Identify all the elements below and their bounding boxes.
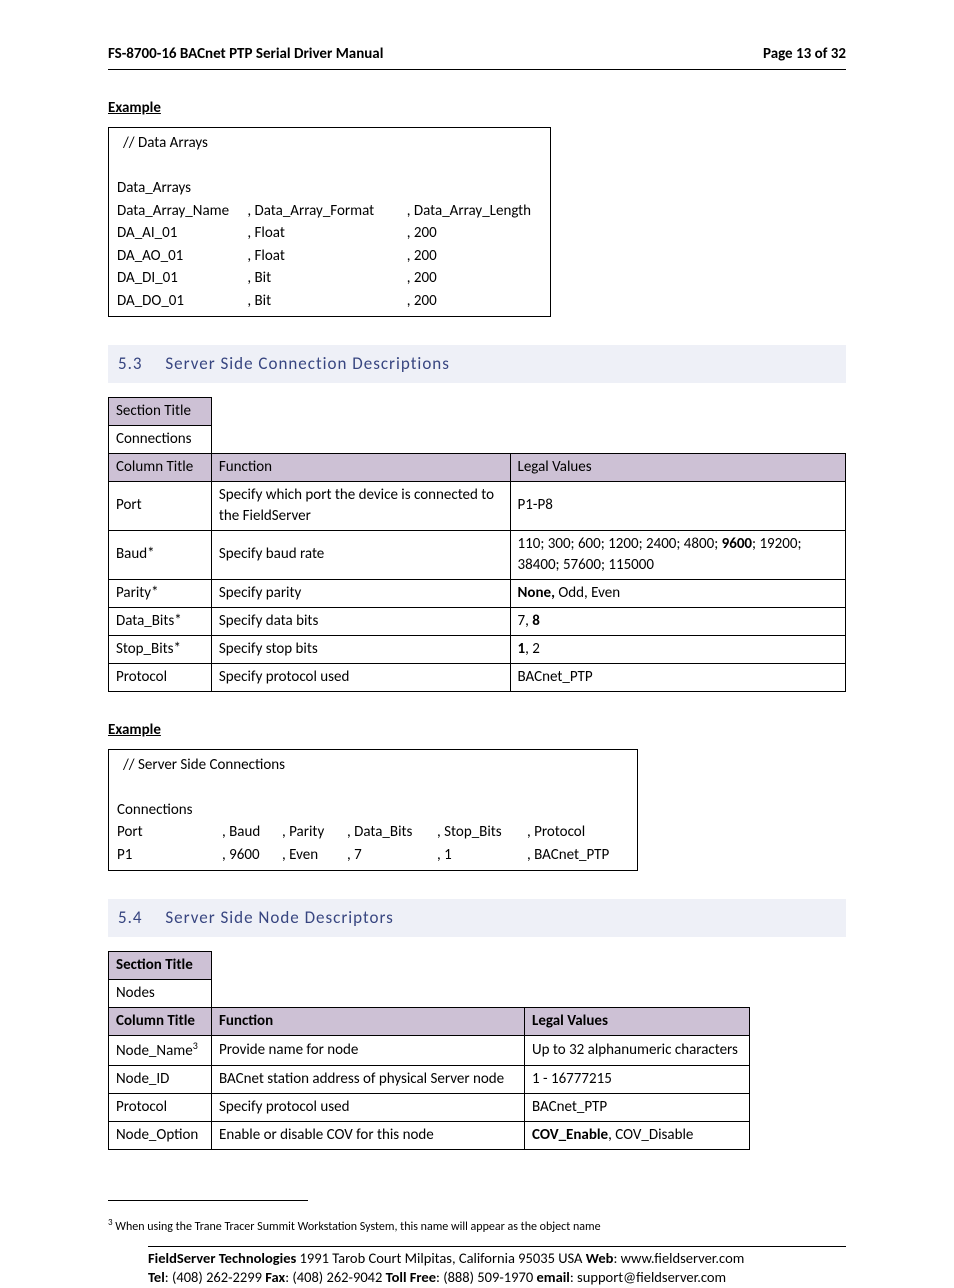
section-5-4-table: Section Title Nodes Column Title Functio… [108, 951, 750, 1150]
example1-title: // Data Arrays [117, 132, 542, 155]
example1-row: DA_DO_01 , Bit , 200 [117, 290, 542, 313]
section-title-label: Section Title [109, 397, 212, 425]
example2-section-label: Connections [117, 799, 629, 822]
section-5-4-number: 5.4 [118, 907, 143, 928]
table-row: Port Specify which port the device is co… [109, 481, 846, 530]
footnote: 3 When using the Trane Tracer Summit Wor… [108, 1217, 846, 1236]
example2-heading: Example [108, 720, 846, 741]
table-row: Baud* Specify baud rate 110; 300; 600; 1… [109, 530, 846, 579]
example2-row: P1 , 9600 , Even , 7 , 1 , BACnet_PTP [117, 844, 629, 867]
section-5-3-heading: 5.3 Server Side Connection Descriptions [108, 345, 846, 383]
section-title-label: Section Title [109, 952, 212, 980]
example1-row: DA_AO_01 , Float , 200 [117, 245, 542, 268]
table-row: Data_Bits* Specify data bits 7, 8 [109, 607, 846, 635]
example1-heading: Example [108, 98, 846, 119]
function-label: Function [211, 453, 510, 481]
page-footer: FieldServer Technologies 1991 Tarob Cour… [148, 1246, 846, 1288]
example1-row: DA_DI_01 , Bit , 200 [117, 267, 542, 290]
example1-box: // Data Arrays Data_Arrays Data_Array_Na… [108, 127, 551, 317]
table-row: Parity* Specify parity None, Odd, Even [109, 579, 846, 607]
legal-values-label: Legal Values [510, 453, 845, 481]
section-5-3-table: Section Title Connections Column Title F… [108, 397, 846, 692]
example2-box: // Server Side Connections Connections P… [108, 749, 638, 872]
section-5-4-heading: 5.4 Server Side Node Descriptors [108, 899, 846, 937]
page-header: FS-8700-16 BACnet PTP Serial Driver Manu… [108, 44, 846, 70]
doc-title: FS-8700-16 BACnet PTP Serial Driver Manu… [108, 44, 383, 65]
section-title-value: Connections [109, 425, 212, 453]
section-title-value: Nodes [109, 980, 212, 1008]
function-label: Function [212, 1008, 525, 1036]
table-row: Node_Option Enable or disable COV for th… [109, 1122, 750, 1150]
table-row: Stop_Bits* Specify stop bits 1, 2 [109, 635, 846, 663]
footer-line-1: FieldServer Technologies 1991 Tarob Cour… [148, 1249, 846, 1269]
example2-title: // Server Side Connections [117, 754, 629, 777]
example2-col-row: Port , Baud , Parity , Data_Bits , Stop_… [117, 821, 629, 844]
section-5-3-number: 5.3 [118, 353, 143, 374]
column-title-label: Column Title [109, 453, 212, 481]
footnote-separator [108, 1200, 308, 1201]
table-row: Node_Name3 Provide name for node Up to 3… [109, 1036, 750, 1066]
legal-values-label: Legal Values [525, 1008, 750, 1036]
table-row: Protocol Specify protocol used BACnet_PT… [109, 1094, 750, 1122]
column-title-label: Column Title [109, 1008, 212, 1036]
section-5-3-title: Server Side Connection Descriptions [165, 353, 450, 374]
table-row: Protocol Specify protocol used BACnet_PT… [109, 663, 846, 691]
page-number: Page 13 of 32 [763, 44, 846, 65]
footer-line-2: Tel: (408) 262-2299 Fax: (408) 262-9042 … [148, 1268, 846, 1288]
table-row: Node_ID BACnet station address of physic… [109, 1066, 750, 1094]
section-5-4-title: Server Side Node Descriptors [165, 907, 393, 928]
example1-row: DA_AI_01 , Float , 200 [117, 222, 542, 245]
example1-col-row: Data_Array_Name , Data_Array_Format , Da… [117, 200, 542, 223]
example1-section-label: Data_Arrays [117, 177, 542, 200]
